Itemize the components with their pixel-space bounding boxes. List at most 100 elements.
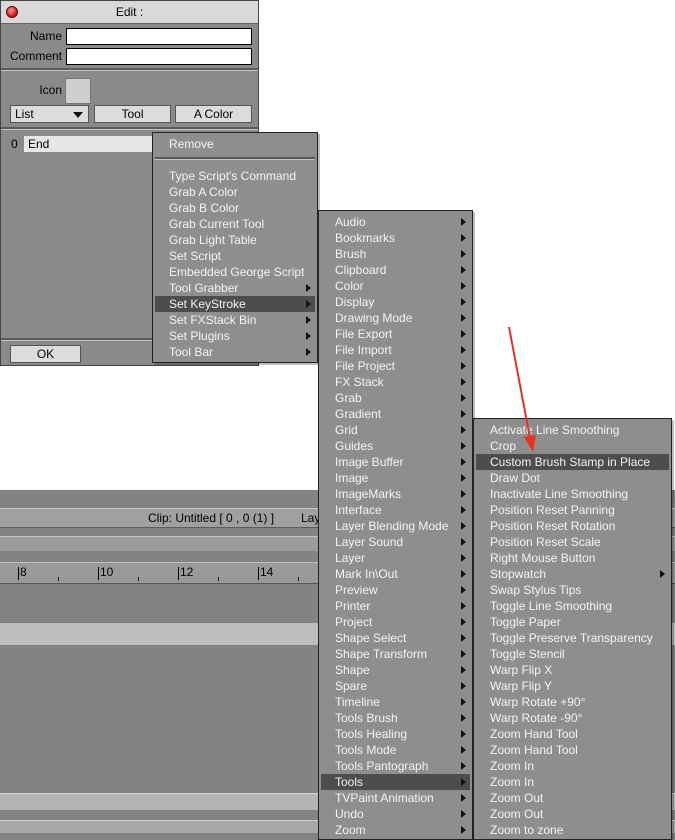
menu-item[interactable]: Audio [321, 214, 470, 230]
menu-item[interactable]: Undo [321, 806, 470, 822]
menu-item[interactable]: File Import [321, 342, 470, 358]
menu-item[interactable]: Tools [321, 774, 470, 790]
menu-item[interactable]: Bookmarks [321, 230, 470, 246]
menu-item-label: Tool Bar [169, 345, 214, 359]
menu-item[interactable]: Zoom In [476, 758, 669, 774]
list-item[interactable]: End [24, 136, 164, 152]
menu-item[interactable]: Swap Stylus Tips [476, 582, 669, 598]
menu-item[interactable]: Layer [321, 550, 470, 566]
menu-item[interactable]: Shape Transform [321, 646, 470, 662]
menu-item[interactable]: Grid [321, 422, 470, 438]
menu-item-label: Shape [335, 663, 370, 677]
menu-item-label: Type Script's Command [169, 169, 297, 183]
menu-item[interactable]: Shape [321, 662, 470, 678]
menu-item[interactable]: Grab B Color [155, 200, 315, 216]
menu-item[interactable]: Brush [321, 246, 470, 262]
menu-item[interactable]: Toggle Line Smoothing [476, 598, 669, 614]
menu-item[interactable]: Toggle Paper [476, 614, 669, 630]
menu-item[interactable]: Clipboard [321, 262, 470, 278]
menu-item-label: Set FXStack Bin [169, 313, 257, 327]
menu-item-label: Position Reset Scale [490, 535, 601, 549]
menu-item[interactable]: Timeline [321, 694, 470, 710]
menu-item[interactable]: Tools Mode [321, 742, 470, 758]
menu-item[interactable]: Mark In\Out [321, 566, 470, 582]
keystroke-menu: Audio Bookmarks Brush Clipboard Color Display… [318, 210, 473, 840]
menu-item[interactable]: Draw Dot [476, 470, 669, 486]
menu-item[interactable]: Layer Blending Mode [321, 518, 470, 534]
menu-item[interactable]: File Export [321, 326, 470, 342]
menu-separator [155, 157, 315, 160]
menu-item[interactable]: Type Script's Command [155, 168, 315, 184]
menu-item[interactable]: Interface [321, 502, 470, 518]
menu-item[interactable]: Guides [321, 438, 470, 454]
menu-item[interactable]: ImageMarks [321, 486, 470, 502]
menu-item[interactable]: Zoom Out [476, 806, 669, 822]
menu-item[interactable]: Tool Bar [155, 344, 315, 360]
menu-item[interactable]: Tools Pantograph [321, 758, 470, 774]
menu-item[interactable]: Image [321, 470, 470, 486]
menu-item[interactable]: Embedded George Script [155, 264, 315, 280]
name-field[interactable] [66, 28, 252, 45]
menu-item[interactable]: Activate Line Smoothing [476, 422, 669, 438]
menu-item[interactable]: Drawing Mode [321, 310, 470, 326]
icon-picker[interactable] [65, 78, 91, 104]
menu-item[interactable]: Warp Rotate -90° [476, 710, 669, 726]
menu-item[interactable]: Tool Grabber [155, 280, 315, 296]
menu-item[interactable]: Zoom Out [476, 790, 669, 806]
menu-item[interactable]: Spare [321, 678, 470, 694]
menu-item[interactable]: Set Plugins [155, 328, 315, 344]
menu-item[interactable]: Position Reset Scale [476, 534, 669, 550]
chevron-right-icon [306, 300, 311, 308]
menu-item[interactable]: TVPaint Animation [321, 790, 470, 806]
menu-item[interactable]: Color [321, 278, 470, 294]
menu-item[interactable]: Warp Flip X [476, 662, 669, 678]
menu-item[interactable]: Toggle Stencil [476, 646, 669, 662]
menu-item[interactable]: Zoom In [476, 774, 669, 790]
menu-item[interactable]: Grab [321, 390, 470, 406]
menu-item[interactable]: Toggle Preserve Transparency [476, 630, 669, 646]
chevron-right-icon [461, 234, 466, 242]
menu-item-label: Set KeyStroke [169, 297, 246, 311]
menu-item[interactable]: Position Reset Rotation [476, 518, 669, 534]
menu-item[interactable]: Zoom [321, 822, 470, 838]
tool-button[interactable]: Tool [94, 105, 171, 123]
menu-item[interactable]: Gradient [321, 406, 470, 422]
menu-item[interactable]: Zoom Hand Tool [476, 726, 669, 742]
menu-item[interactable]: Project [321, 614, 470, 630]
menu-item[interactable]: Grab A Color [155, 184, 315, 200]
menu-item[interactable]: File Project [321, 358, 470, 374]
menu-item[interactable]: Preview [321, 582, 470, 598]
menu-item[interactable]: Position Reset Panning [476, 502, 669, 518]
menu-item[interactable]: Shape Select [321, 630, 470, 646]
menu-item[interactable]: Layer Sound [321, 534, 470, 550]
menu-item[interactable]: Image Buffer [321, 454, 470, 470]
menu-item[interactable]: Crop [476, 438, 669, 454]
ok-button[interactable]: OK [10, 345, 81, 363]
menu-item-label: Printer [335, 599, 371, 613]
menu-item[interactable]: FX Stack [321, 374, 470, 390]
comment-field[interactable] [66, 48, 252, 65]
menu-item[interactable]: Grab Light Table [155, 232, 315, 248]
menu-item[interactable]: Remove [155, 136, 315, 152]
menu-item[interactable]: Inactivate Line Smoothing [476, 486, 669, 502]
menu-item-label: Crop [490, 439, 517, 453]
menu-item-label: Toggle Line Smoothing [490, 599, 613, 613]
menu-item[interactable]: Zoom to zone [476, 822, 669, 838]
menu-item[interactable]: Warp Flip Y [476, 678, 669, 694]
a-color-button[interactable]: A Color [175, 105, 252, 123]
menu-item[interactable]: Printer [321, 598, 470, 614]
menu-item[interactable]: Warp Rotate +90° [476, 694, 669, 710]
menu-item[interactable]: Zoom Hand Tool [476, 742, 669, 758]
window-titlebar[interactable]: Edit : [1, 1, 258, 24]
menu-item[interactable]: Tools Brush [321, 710, 470, 726]
menu-item[interactable]: Stopwatch [476, 566, 669, 582]
menu-item[interactable]: Custom Brush Stamp in Place [476, 454, 669, 470]
menu-item[interactable]: Tools Healing [321, 726, 470, 742]
menu-item[interactable]: Display [321, 294, 470, 310]
menu-item[interactable]: Right Mouse Button [476, 550, 669, 566]
menu-item[interactable]: Set FXStack Bin [155, 312, 315, 328]
list-select[interactable]: List [10, 105, 89, 123]
menu-item[interactable]: Set KeyStroke [155, 296, 315, 312]
menu-item[interactable]: Set Script [155, 248, 315, 264]
menu-item[interactable]: Grab Current Tool [155, 216, 315, 232]
